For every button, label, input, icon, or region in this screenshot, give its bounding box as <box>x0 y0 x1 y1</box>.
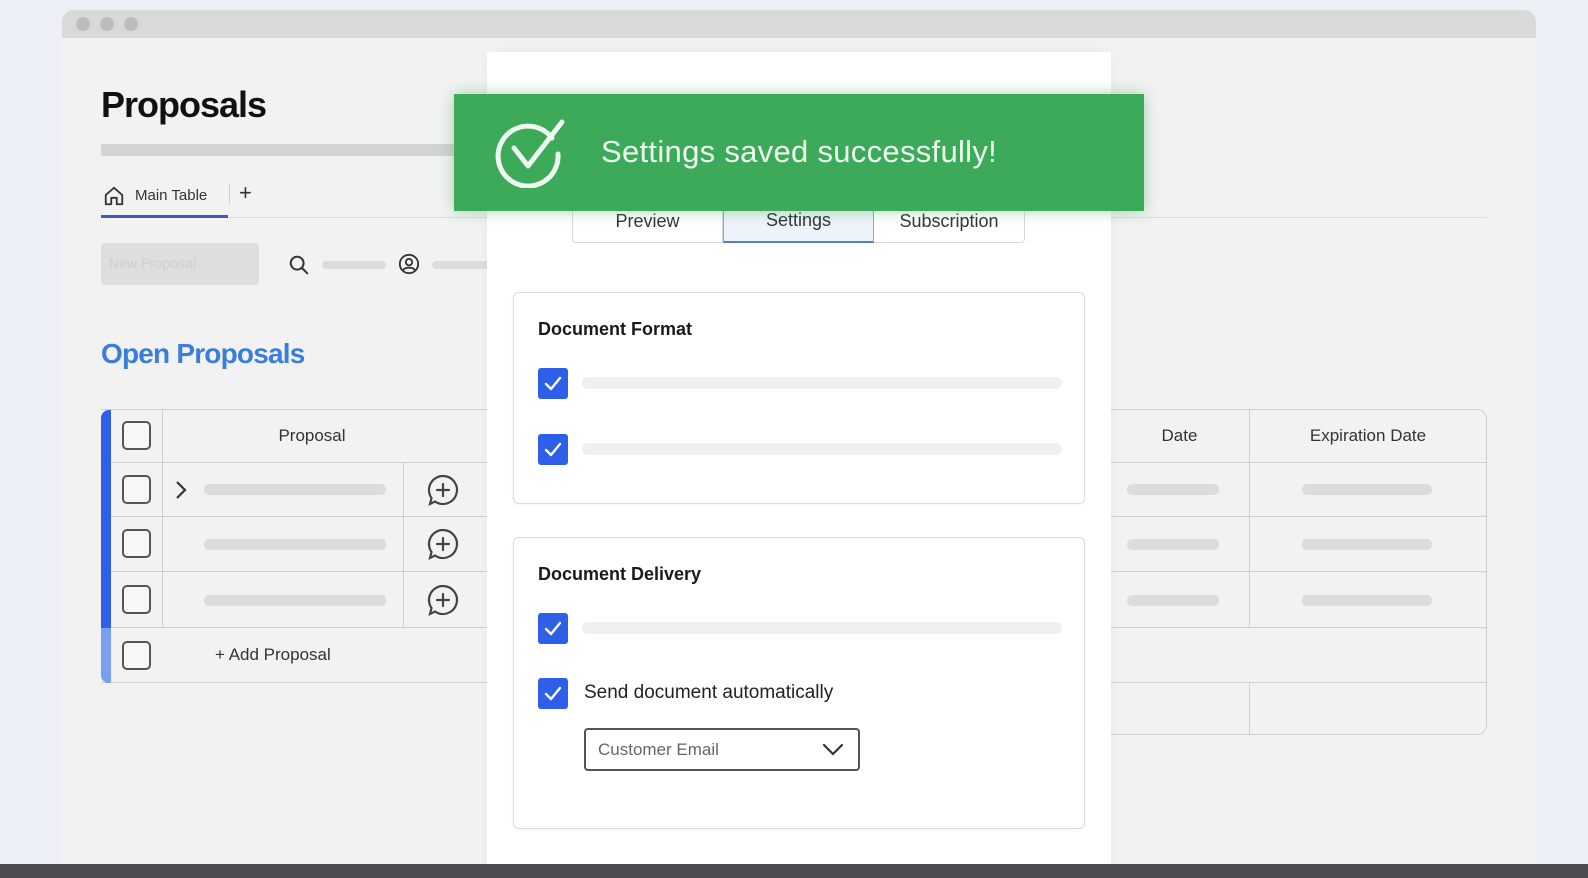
table-row[interactable] <box>111 572 501 628</box>
toast-message: Settings saved successfully! <box>601 134 998 169</box>
window-titlebar <box>62 10 1536 38</box>
checkmark-icon <box>544 621 562 635</box>
chevron-right-icon[interactable] <box>173 479 189 501</box>
row-checkbox[interactable] <box>122 475 151 504</box>
add-row-right <box>1110 628 1486 683</box>
add-view-button[interactable]: + <box>239 180 252 206</box>
document-format-section: Document Format <box>513 292 1085 504</box>
date-placeholder <box>1127 484 1219 495</box>
send-automatically-checkbox[interactable] <box>538 678 568 709</box>
add-comment-icon[interactable] <box>426 583 460 617</box>
row-checkbox[interactable] <box>122 529 151 558</box>
select-all-checkbox[interactable] <box>122 421 151 450</box>
person-filter-placeholder <box>432 261 492 269</box>
table-header-row-right: Date Expiration Date <box>1110 410 1486 463</box>
table-row[interactable] <box>111 517 501 572</box>
group-title[interactable]: Open Proposals <box>101 338 305 370</box>
add-row-checkbox[interactable] <box>122 641 151 670</box>
section-title: Document Format <box>538 319 693 339</box>
section-title: Document Delivery <box>538 564 702 584</box>
window-minimize-button[interactable] <box>100 17 114 31</box>
proposals-table-right: Date Expiration Date <box>1110 409 1487 735</box>
send-automatically-label[interactable]: Send document automatically <box>584 682 833 704</box>
window-maximize-button[interactable] <box>124 17 138 31</box>
board-title: Proposals <box>101 84 267 125</box>
select-value: Customer Email <box>598 740 719 759</box>
add-comment-icon[interactable] <box>426 527 460 561</box>
board-description-placeholder <box>101 144 461 156</box>
table-row-right[interactable] <box>1110 517 1486 572</box>
group-color-bar-footer <box>101 628 111 683</box>
table-header-row: Proposal <box>111 410 501 463</box>
check-circle-icon <box>495 119 565 188</box>
home-icon <box>104 186 124 205</box>
expiration-date-placeholder <box>1302 539 1432 550</box>
format-option-2-checkbox[interactable] <box>538 434 568 465</box>
delivery-option-1-checkbox[interactable] <box>538 613 568 644</box>
tab-label: Main Table <box>135 187 208 204</box>
proposal-name-placeholder <box>204 595 386 606</box>
row-checkbox[interactable] <box>122 585 151 614</box>
format-option-2-label-placeholder <box>582 443 1062 455</box>
delivery-method-select[interactable]: Customer Email <box>584 728 860 771</box>
expiration-date-placeholder <box>1302 484 1432 495</box>
table-row-right[interactable] <box>1110 463 1486 517</box>
proposal-name-placeholder <box>204 539 386 550</box>
date-placeholder <box>1127 595 1219 606</box>
column-header-date[interactable]: Date <box>1110 410 1250 462</box>
document-delivery-section: Document Delivery Send document automati… <box>513 537 1085 829</box>
tab-divider <box>229 184 230 204</box>
add-proposal-button[interactable]: + Add Proposal <box>215 645 331 665</box>
proposals-table: Proposal + Add Proposal <box>101 409 501 683</box>
delivery-option-1-label-placeholder <box>582 622 1062 634</box>
summary-row <box>1110 683 1486 735</box>
expiration-date-placeholder <box>1302 595 1432 606</box>
person-icon[interactable] <box>398 253 420 275</box>
add-comment-icon[interactable] <box>426 473 460 507</box>
format-option-1-checkbox[interactable] <box>538 368 568 399</box>
new-proposal-button[interactable]: New Proposal <box>101 243 259 285</box>
column-header-proposal[interactable]: Proposal <box>163 410 501 462</box>
screen-bottom-bar <box>0 864 1588 878</box>
checkmark-icon <box>544 442 562 456</box>
format-option-1-label-placeholder <box>582 377 1062 389</box>
checkmark-icon <box>544 686 562 700</box>
column-header-expiration-date[interactable]: Expiration Date <box>1250 410 1486 462</box>
tab-main-table[interactable]: Main Table <box>101 176 228 218</box>
chevron-down-icon <box>822 743 844 756</box>
table-row[interactable] <box>111 463 501 517</box>
search-placeholder <box>322 261 386 269</box>
window-close-button[interactable] <box>76 17 90 31</box>
table-row-right[interactable] <box>1110 572 1486 628</box>
proposal-name-placeholder <box>204 484 386 495</box>
add-row[interactable]: + Add Proposal <box>111 628 501 683</box>
date-placeholder <box>1127 539 1219 550</box>
checkmark-icon <box>544 376 562 390</box>
success-toast: Settings saved successfully! <box>454 94 1144 211</box>
search-icon[interactable] <box>288 254 310 276</box>
